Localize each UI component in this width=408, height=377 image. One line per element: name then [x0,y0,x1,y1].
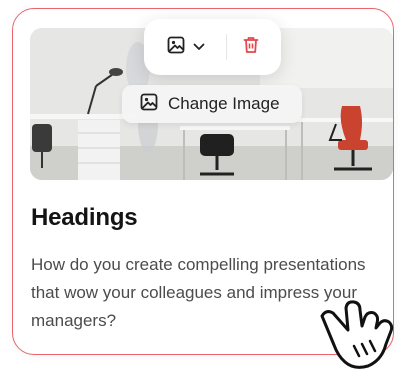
change-image-label: Change Image [168,94,280,113]
card-heading: Headings [31,204,138,231]
image-icon [140,93,158,116]
change-image-button[interactable]: Change Image [122,85,302,123]
toolbar-divider [226,34,227,60]
trash-icon [243,36,259,59]
image-icon [167,36,185,59]
image-options-button[interactable] [160,33,212,61]
chevron-down-icon [193,38,205,56]
pointer-hand-icon [316,296,402,377]
delete-button[interactable] [236,33,266,61]
image-toolbar [144,19,281,75]
